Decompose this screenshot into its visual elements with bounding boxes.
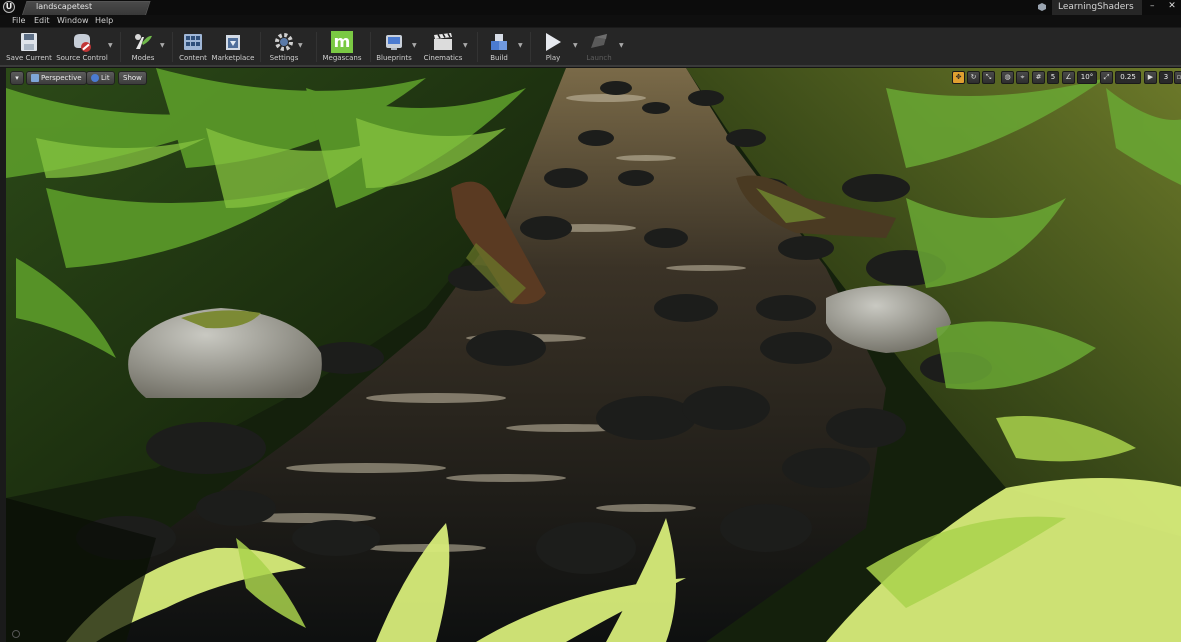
source-control-dropdown-icon[interactable]: ▼ bbox=[108, 42, 113, 49]
modes-icon bbox=[135, 34, 152, 49]
toolbar: Save Current Source Control ▼ Modes ▼ Co… bbox=[0, 27, 1181, 67]
forest-stream-scene bbox=[6, 68, 1181, 642]
menu-edit[interactable]: Edit bbox=[34, 15, 50, 27]
toolbar-separator bbox=[172, 32, 173, 62]
minimize-icon[interactable]: – bbox=[1150, 1, 1155, 11]
toolbar-separator bbox=[477, 32, 478, 62]
toolbar-separator bbox=[370, 32, 371, 62]
launch-button: Launch bbox=[582, 28, 616, 66]
blueprints-icon bbox=[386, 35, 402, 50]
show-button[interactable]: Show bbox=[118, 71, 147, 85]
settings-icon bbox=[275, 33, 293, 51]
save-current-label: Save Current bbox=[6, 54, 52, 62]
settings-label: Settings bbox=[269, 54, 299, 62]
blueprints-label: Blueprints bbox=[376, 54, 412, 62]
save-current-button[interactable]: Save Current bbox=[6, 28, 52, 66]
show-label: Show bbox=[123, 74, 142, 82]
launch-label: Launch bbox=[586, 54, 612, 62]
play-button[interactable]: Play bbox=[536, 28, 570, 66]
cinematics-dropdown-icon[interactable]: ▼ bbox=[463, 42, 468, 49]
close-icon[interactable]: ✕ bbox=[1163, 1, 1181, 12]
project-icon bbox=[1038, 3, 1046, 11]
scale-snap-value[interactable]: 0.25 bbox=[1115, 71, 1141, 84]
title-bar: U landscapetest LearningShaders – ✕ bbox=[0, 0, 1181, 15]
play-label: Play bbox=[545, 54, 561, 62]
viewport-options-button[interactable]: ▾ bbox=[10, 71, 24, 85]
blueprints-dropdown-icon[interactable]: ▼ bbox=[412, 42, 417, 49]
source-control-button[interactable]: Source Control bbox=[56, 28, 108, 66]
grid-snap-value[interactable]: 5 bbox=[1047, 71, 1059, 84]
launch-dropdown-icon[interactable]: ▼ bbox=[619, 42, 624, 49]
save-icon bbox=[21, 33, 37, 51]
menu-help[interactable]: Help bbox=[95, 15, 113, 27]
marketplace-button[interactable]: Marketplace bbox=[211, 28, 255, 66]
build-label: Build bbox=[490, 54, 508, 62]
camera-speed-value[interactable]: 3 bbox=[1159, 71, 1173, 84]
maximize-viewport-icon[interactable]: ▫ bbox=[1174, 71, 1181, 84]
megascans-icon: m bbox=[331, 31, 353, 53]
source-control-icon bbox=[74, 34, 91, 52]
build-icon bbox=[491, 34, 507, 50]
marketplace-label: Marketplace bbox=[211, 54, 255, 62]
world-local-icon[interactable]: ◍ bbox=[1001, 71, 1014, 84]
menu-window[interactable]: Window bbox=[57, 15, 89, 27]
grid-snap-icon[interactable]: # bbox=[1032, 71, 1045, 84]
chevron-down-icon: ▾ bbox=[15, 74, 19, 82]
build-button[interactable]: Build bbox=[482, 28, 516, 66]
camera-speed-icon[interactable]: ▶ bbox=[1144, 71, 1157, 84]
level-viewport[interactable]: ▾ Perspective Lit Show ✥ ↻ ⤡ ◍ ⌖ # 5 ∠ 1… bbox=[0, 68, 1181, 642]
toolbar-separator bbox=[316, 32, 317, 62]
content-icon bbox=[184, 34, 202, 50]
menu-file[interactable]: File bbox=[12, 15, 25, 27]
lit-label: Lit bbox=[101, 74, 110, 82]
cinematics-icon bbox=[434, 33, 452, 50]
surface-snap-icon[interactable]: ⌖ bbox=[1016, 71, 1029, 84]
menu-bar: File Edit Window Help bbox=[0, 15, 1181, 27]
build-dropdown-icon[interactable]: ▼ bbox=[518, 42, 523, 49]
rotate-mode-icon[interactable]: ↻ bbox=[967, 71, 980, 84]
play-dropdown-icon[interactable]: ▼ bbox=[573, 42, 578, 49]
megascans-button[interactable]: m Megascans bbox=[320, 28, 364, 66]
modes-button[interactable]: Modes bbox=[126, 28, 160, 66]
project-name: LearningShaders bbox=[1052, 0, 1142, 15]
lit-sphere-icon bbox=[91, 74, 99, 82]
viewport-corner-icon bbox=[12, 630, 20, 638]
cinematics-button[interactable]: Cinematics bbox=[422, 28, 464, 66]
cinematics-label: Cinematics bbox=[423, 54, 463, 62]
scale-snap-icon[interactable]: ⤢ bbox=[1100, 71, 1113, 84]
toolbar-separator bbox=[120, 32, 121, 62]
source-control-label: Source Control bbox=[56, 54, 108, 62]
marketplace-icon bbox=[226, 35, 240, 50]
megascans-label: Megascans bbox=[322, 54, 362, 62]
content-button[interactable]: Content bbox=[176, 28, 210, 66]
blueprints-button[interactable]: Blueprints bbox=[374, 28, 414, 66]
perspective-label: Perspective bbox=[41, 74, 82, 82]
translate-mode-icon[interactable]: ✥ bbox=[952, 71, 965, 84]
play-icon bbox=[546, 33, 561, 51]
rotation-snap-value[interactable]: 10° bbox=[1077, 71, 1097, 84]
modes-label: Modes bbox=[131, 54, 155, 62]
content-label: Content bbox=[179, 54, 207, 62]
unreal-logo-icon[interactable]: U bbox=[3, 1, 15, 13]
level-tab-label[interactable]: landscapetest bbox=[36, 2, 92, 11]
toolbar-separator bbox=[260, 32, 261, 62]
settings-dropdown-icon[interactable]: ▼ bbox=[298, 42, 303, 49]
toolbar-separator bbox=[530, 32, 531, 62]
launch-icon bbox=[591, 34, 607, 48]
scale-mode-icon[interactable]: ⤡ bbox=[982, 71, 995, 84]
perspective-icon bbox=[31, 74, 39, 82]
perspective-button[interactable]: Perspective bbox=[26, 71, 87, 85]
lit-button[interactable]: Lit bbox=[86, 71, 115, 85]
rotation-snap-icon[interactable]: ∠ bbox=[1062, 71, 1075, 84]
modes-dropdown-icon[interactable]: ▼ bbox=[160, 42, 165, 49]
